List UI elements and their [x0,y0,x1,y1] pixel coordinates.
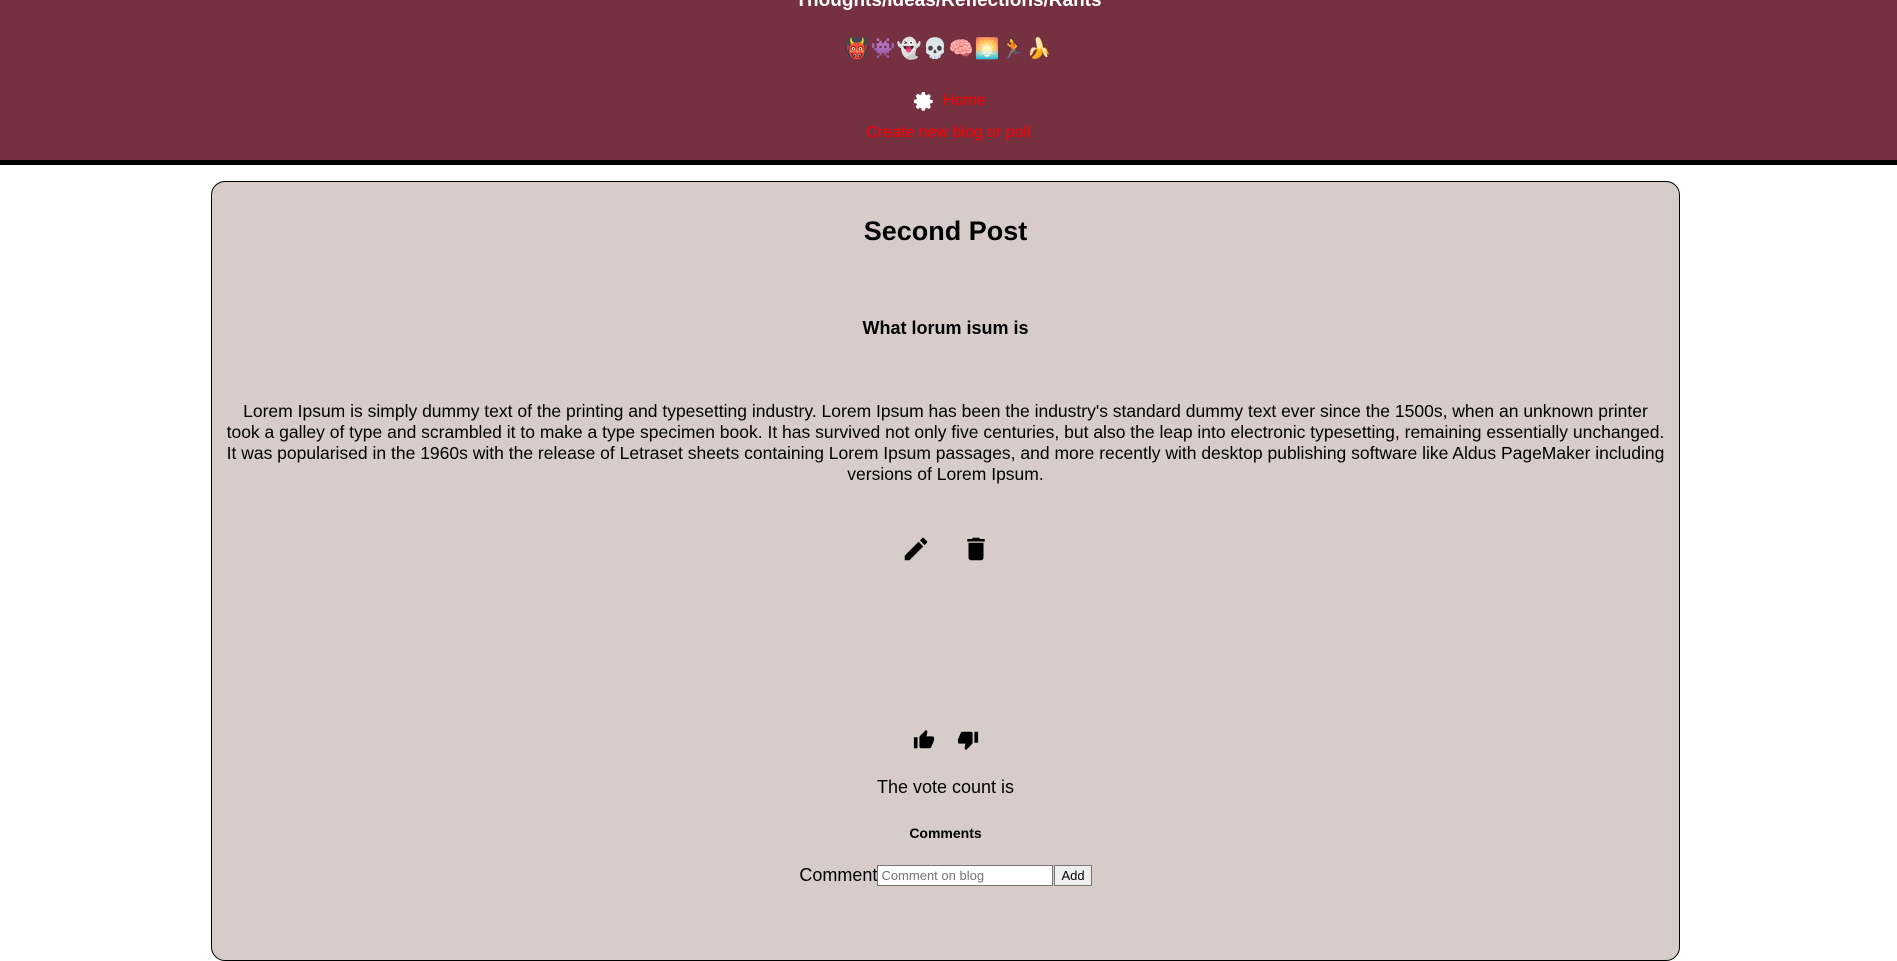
comments-heading: Comments [909,825,982,841]
skull-emoji-icon: 💀 [922,38,949,60]
nav-home: Home [0,89,1897,113]
nav-create: Create new blog or poll [0,124,1897,142]
alien-monster-emoji-icon: 👾 [870,38,897,60]
thumbs-up-icon[interactable] [913,729,935,751]
post-actions [212,534,1679,564]
create-blog-or-poll-link[interactable]: Create new blog or poll [866,124,1031,141]
runner-emoji-icon: 🏃 [1000,38,1027,60]
ogre-emoji-icon: 👹 [844,38,871,60]
site-header: Thoughts/Ideas/Reflections/Rants 👹👾👻💀🧠🌅🏃… [0,0,1897,165]
brain-emoji-icon: 🧠 [948,38,975,60]
comment-input[interactable] [877,865,1054,886]
sunrise-emoji-icon: 🌅 [974,38,1001,60]
post-subtitle: What lorum isum is [862,318,1029,338]
comment-form: Comment Add [212,865,1679,886]
ghost-emoji-icon: 👻 [896,38,923,60]
add-comment-button[interactable]: Add [1054,865,1092,886]
site-title: Thoughts/Ideas/Reflections/Rants [795,0,1102,11]
nav-home-link[interactable]: Home [943,92,986,110]
post-title: Second Post [863,216,1028,246]
thumbs-down-icon[interactable] [957,729,979,751]
pencil-icon[interactable] [901,534,931,564]
emoji-row: 👹👾👻💀🧠🌅🏃🍌 [0,36,1897,62]
post-body: Lorem Ipsum is simply dummy text of the … [226,401,1665,484]
trash-icon[interactable] [961,534,991,564]
comment-label: Comment [799,865,878,885]
vote-buttons [212,729,1679,751]
post-card: Second Post What lorum isum is Lorem Ips… [211,181,1680,961]
gear-icon[interactable] [911,89,935,113]
banana-emoji-icon: 🍌 [1026,38,1053,60]
vote-count-text: The vote count is [876,777,1015,797]
